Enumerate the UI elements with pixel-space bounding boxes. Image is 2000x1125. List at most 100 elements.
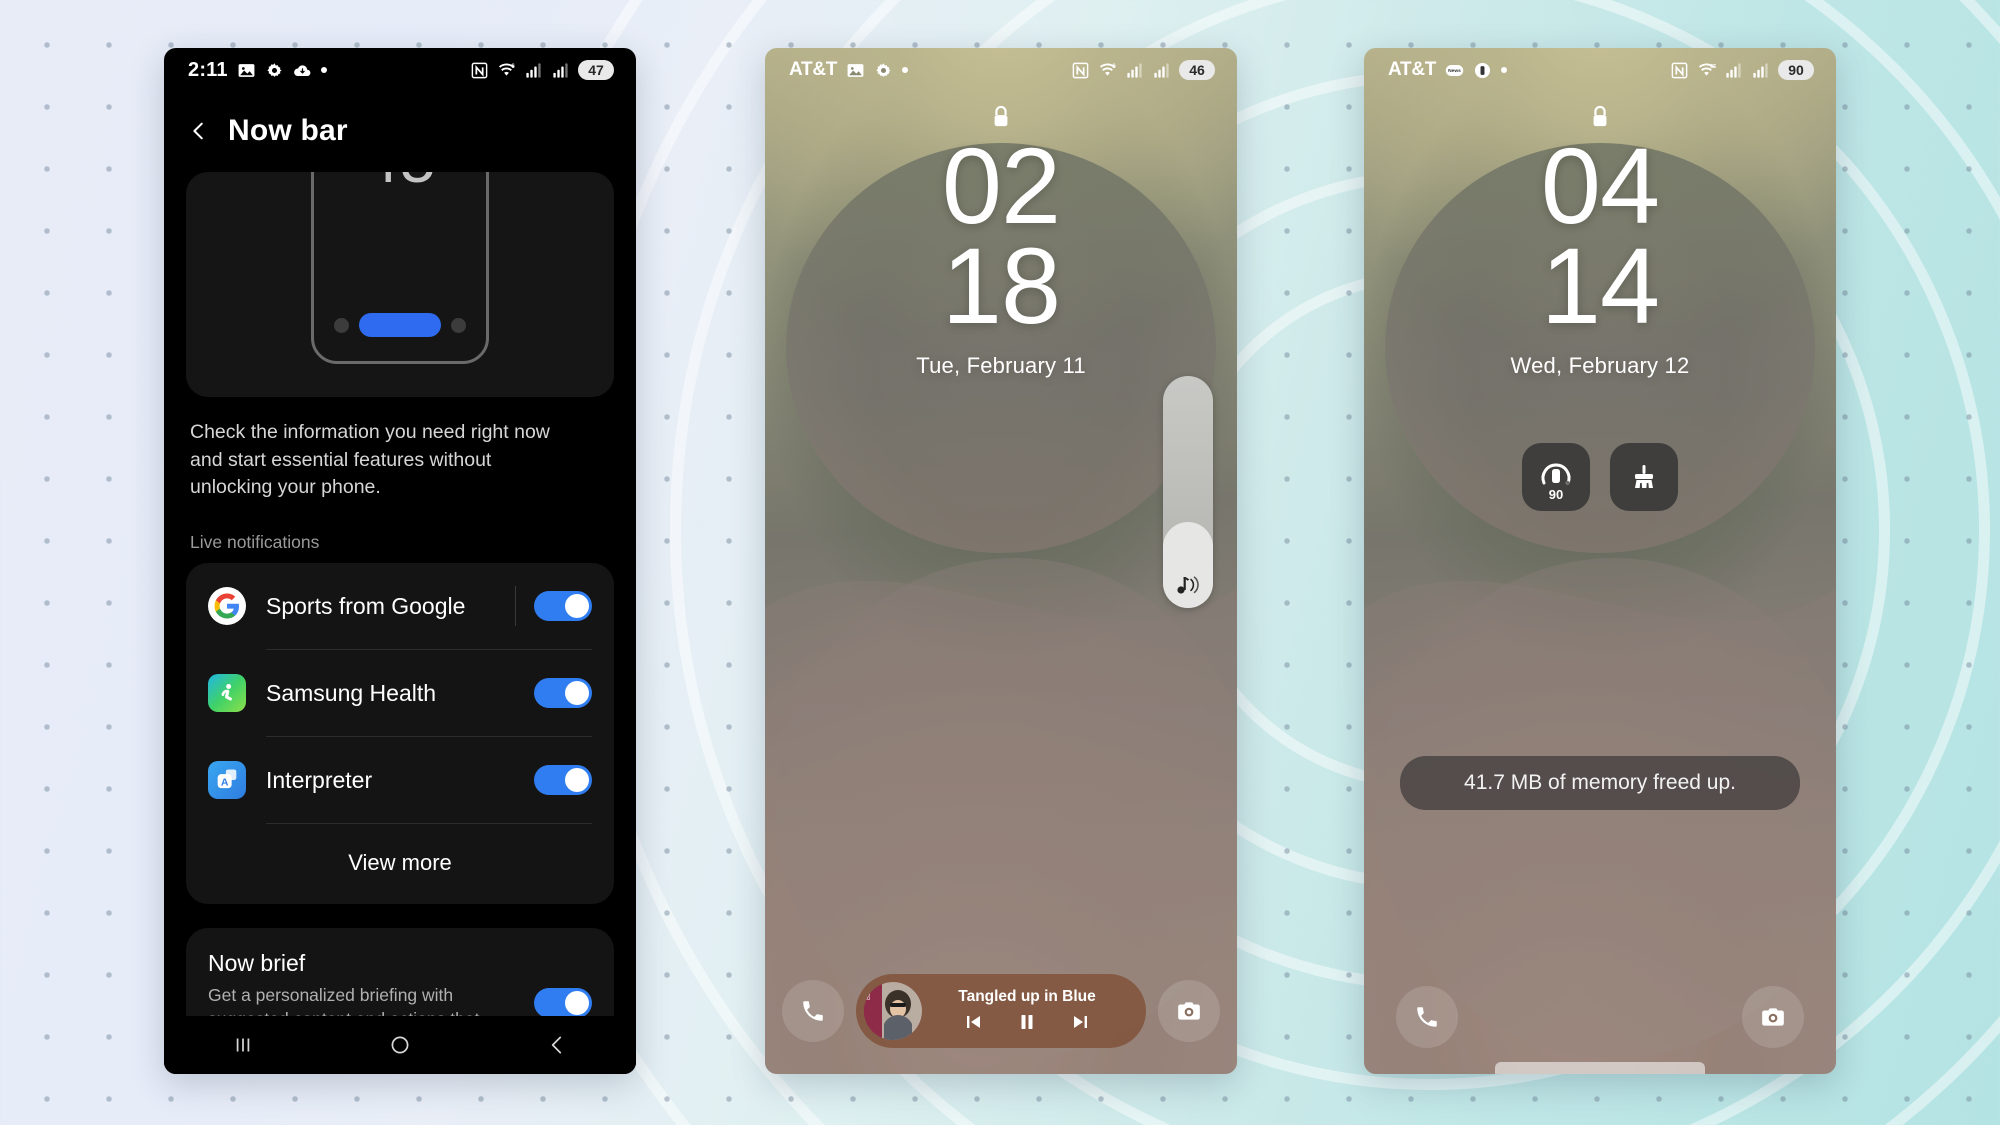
toast-message: 41.7 MB of memory freed up. [1400,756,1800,810]
preview-now-bar [314,313,486,337]
signal-icon [1154,62,1169,78]
cloud-download-icon [293,64,311,76]
news-icon: News [1445,64,1464,76]
volume-slider[interactable] [1163,376,1213,608]
carrier-label: AT&T [1388,59,1437,80]
settings-screen-body: Now bar 45 Check the information you nee… [164,92,636,1074]
wifi6e-icon: 6E [1698,63,1716,76]
list-item-samsung-health[interactable]: Samsung Health [186,650,614,736]
media-title: Tangled up in Blue [958,988,1096,1005]
signal-icon [1127,62,1142,78]
toggle-samsung-health[interactable] [534,678,592,709]
camera-button[interactable] [1742,986,1804,1048]
svg-text:6: 6 [1112,63,1116,70]
widget-battery-gauge[interactable]: 90 [1522,443,1590,511]
lock-screen: AT&T 6 46 02 18 Tue, February 11 BLUE Ta… [765,48,1237,1074]
preview-phone-outline: 45 [311,172,489,364]
interpreter-icon: A [208,761,246,800]
google-icon [208,587,246,626]
back-chevron-icon[interactable] [188,120,210,142]
list-item-label: Samsung Health [266,679,437,706]
toggle-sports-from-google[interactable] [534,591,592,622]
previous-track-icon[interactable] [961,1010,985,1034]
clock-date: Tue, February 11 [916,352,1086,378]
samsung-health-icon [208,674,246,713]
phone-screenshot-settings: 2:11 6 47 Now bar 45 [164,48,636,1074]
carrier-label: AT&T [789,59,838,80]
phone-button[interactable] [1396,986,1458,1048]
battery-indicator: 46 [1179,60,1215,80]
camera-icon [1762,1008,1784,1026]
nfc-icon [471,62,488,78]
gear-icon [267,62,282,77]
battery-circle-icon [1475,62,1491,78]
pause-icon[interactable] [1015,1010,1039,1034]
photo-icon [847,63,864,77]
phone-icon [1417,1007,1437,1027]
app-header: Now bar [164,92,636,168]
now-brief-title: Now brief [208,950,306,977]
status-time: 2:11 [188,58,228,81]
phone-button[interactable] [782,980,844,1042]
svg-text:BLUE: BLUE [866,984,872,1000]
dot-icon [1501,67,1508,73]
list-item-label: Sports from Google [266,592,466,619]
svg-text:6E: 6E [1710,64,1716,70]
phone-icon [803,1001,823,1021]
svg-text:News: News [1448,68,1461,74]
wifi6-icon: 6 [1099,63,1116,76]
list-item-sports-from-google[interactable]: Sports from Google [186,563,614,649]
lock-bottom-controls [1364,986,1836,1048]
dot-icon [902,67,909,73]
lock-clock: 04 14 Wed, February 12 [1364,131,1836,379]
lock-widgets: 90 [1364,443,1836,511]
wifi6-icon: 6 [498,63,515,76]
view-more-button[interactable]: View more [186,824,614,898]
back-icon[interactable] [544,1032,570,1058]
signal-icon [1753,62,1768,78]
clock-minutes: 18 [941,225,1061,347]
media-volume-icon [1177,576,1199,594]
signal-icon [1726,62,1741,78]
volume-slider-thumb[interactable] [1163,522,1213,608]
now-bar-preview-card: 45 [186,172,614,397]
status-bar: 2:11 6 47 [164,48,636,92]
gear-icon [876,62,891,77]
status-bar: AT&T News 6E 90 [1364,48,1836,92]
recents-icon[interactable] [230,1032,256,1058]
camera-button[interactable] [1158,980,1220,1042]
home-indicator [1495,1062,1705,1074]
media-player-widget[interactable]: BLUE Tangled up in Blue [856,974,1146,1048]
preview-pill [359,313,441,337]
toggle-interpreter[interactable] [534,765,592,796]
toggle-now-brief[interactable] [534,987,592,1018]
clock-minutes: 14 [1540,225,1660,347]
lock-screen: AT&T News 6E 90 04 14 Wed, February 12 [1364,48,1836,1074]
page-title: Now bar [228,114,348,147]
battery-indicator: 90 [1778,60,1814,80]
photo-icon [238,63,255,77]
next-track-icon[interactable] [1069,1010,1093,1034]
battery-indicator: 47 [578,60,614,80]
signal-icon [553,62,568,78]
preview-number: 45 [314,172,486,197]
nfc-icon [1671,62,1688,78]
navigation-bar [164,1016,636,1074]
lock-bottom-controls: BLUE Tangled up in Blue [765,974,1237,1048]
section-label-live-notifications: Live notifications [190,532,320,553]
preview-dot-right [451,317,466,333]
list-item-interpreter[interactable]: A Interpreter [186,737,614,823]
widget-battery-value: 90 [1548,487,1564,502]
nfc-icon [1072,62,1089,78]
camera-icon [1178,1002,1200,1020]
album-art: BLUE [864,982,922,1040]
signal-icon [526,62,541,78]
status-bar: AT&T 6 46 [765,48,1237,92]
svg-text:6: 6 [511,63,515,70]
phone-screenshot-lockscreen-memory: AT&T News 6E 90 04 14 Wed, February 12 [1364,48,1836,1074]
broom-clean-icon [1635,465,1653,488]
preview-dot-left [334,317,349,333]
home-icon[interactable] [387,1032,413,1058]
widget-clean-memory[interactable] [1610,443,1678,511]
clock-date: Wed, February 12 [1510,352,1690,378]
